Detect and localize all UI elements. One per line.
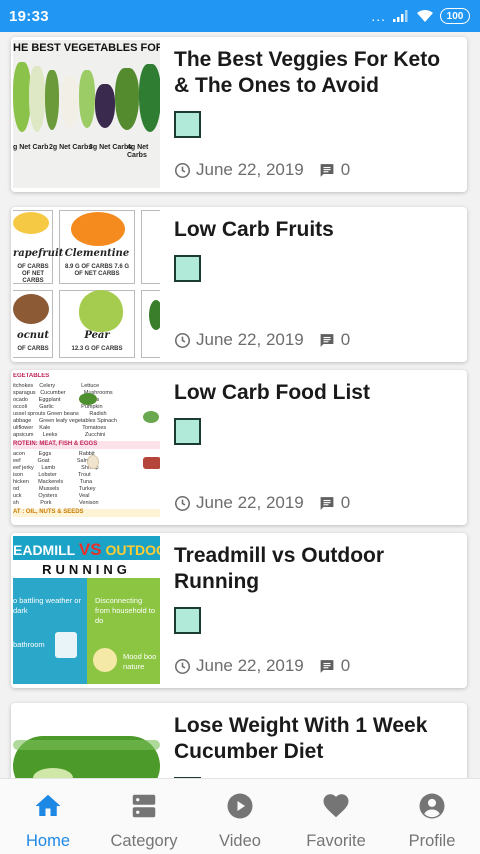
article-date: June 22, 2019: [196, 493, 304, 512]
article-card[interactable]: rapefruit OF CARBS OF NET CARBS Clementi…: [11, 207, 467, 362]
comment-icon: [320, 496, 334, 510]
nav-profile[interactable]: Profile: [384, 779, 480, 854]
article-body: Low Carb Fruits June 22, 2019 0: [174, 217, 455, 362]
account-circle-icon: [419, 793, 445, 819]
category-tag[interactable]: [174, 255, 201, 282]
nav-home[interactable]: Home: [0, 779, 96, 854]
article-feed[interactable]: HE BEST VEGETABLES FOR KET g Net Carb 2g…: [0, 32, 480, 778]
thumb-header: HE BEST VEGETABLES FOR KET: [13, 42, 160, 54]
play-circle-icon: [227, 793, 253, 819]
article-date: June 22, 2019: [196, 330, 304, 349]
battery-icon: 100: [440, 8, 470, 24]
article-thumbnail[interactable]: EADMILL VS OUTDOO RUNNING o battling wea…: [13, 536, 160, 684]
article-body: Low Carb Food List June 22, 2019 0: [174, 380, 455, 525]
nav-label: Home: [25, 832, 70, 850]
status-time: 19:33: [9, 7, 49, 25]
comment-icon: [320, 163, 334, 177]
article-thumbnail[interactable]: HE BEST VEGETABLES FOR KET g Net Carb 2g…: [13, 40, 160, 188]
article-thumbnail[interactable]: EGETABLES itchokes Celery Lettuce sparag…: [13, 373, 160, 521]
comment-count: 0: [340, 330, 351, 349]
article-card[interactable]: EADMILL VS OUTDOO RUNNING o battling wea…: [11, 533, 467, 688]
article-body: Treadmill vs Outdoor Running June 22, 20…: [174, 543, 455, 688]
nav-label: Profile: [408, 832, 456, 850]
nav-label: Favorite: [306, 832, 366, 850]
nav-label: Video: [219, 832, 261, 850]
article-thumbnail[interactable]: [13, 706, 160, 778]
comment-count: 0: [340, 493, 351, 512]
comment-icon: [320, 333, 334, 347]
clock-icon: [174, 495, 191, 511]
category-tag[interactable]: [174, 111, 201, 138]
nav-label: Category: [110, 832, 178, 850]
article-title[interactable]: Lose Weight With 1 Week Cucumber Diet: [174, 713, 455, 765]
article-meta: June 22, 2019 0: [174, 160, 350, 180]
clock-icon: [174, 658, 191, 674]
heart-icon: [323, 794, 349, 818]
article-date: June 22, 2019: [196, 656, 304, 675]
article-body: The Best Veggies For Keto & The Ones to …: [174, 47, 455, 192]
article-title[interactable]: Low Carb Fruits: [174, 217, 455, 243]
category-tag[interactable]: [174, 607, 201, 634]
nav-favorite[interactable]: Favorite: [288, 779, 384, 854]
bottom-navigation: Home Category Video Favorite Profile: [0, 778, 480, 854]
comment-count: 0: [340, 656, 351, 675]
nav-category[interactable]: Category: [96, 779, 192, 854]
status-icons: ... 100: [371, 8, 470, 24]
home-icon: [35, 794, 61, 816]
comment-icon: [320, 659, 334, 673]
article-title[interactable]: Low Carb Food List: [174, 380, 455, 406]
article-title[interactable]: The Best Veggies For Keto & The Ones to …: [174, 47, 455, 99]
status-bar: 19:33 ... 100: [0, 0, 480, 32]
article-card[interactable]: Lose Weight With 1 Week Cucumber Diet: [11, 703, 467, 778]
clock-icon: [174, 162, 191, 178]
article-thumbnail[interactable]: rapefruit OF CARBS OF NET CARBS Clementi…: [13, 210, 160, 358]
comment-count: 0: [340, 160, 351, 179]
notification-dots: ...: [371, 8, 386, 24]
article-body: Lose Weight With 1 Week Cucumber Diet: [174, 713, 455, 778]
article-card[interactable]: HE BEST VEGETABLES FOR KET g Net Carb 2g…: [11, 37, 467, 192]
wifi-icon: [417, 9, 433, 22]
article-meta: June 22, 2019 0: [174, 330, 350, 350]
category-tag[interactable]: [174, 418, 201, 445]
article-date: June 22, 2019: [196, 160, 304, 179]
category-icon: [132, 794, 156, 818]
article-title[interactable]: Treadmill vs Outdoor Running: [174, 543, 455, 595]
nav-video[interactable]: Video: [192, 779, 288, 854]
clock-icon: [174, 332, 191, 348]
article-meta: June 22, 2019 0: [174, 656, 350, 676]
cell-signal-icon: [393, 10, 408, 22]
article-card[interactable]: EGETABLES itchokes Celery Lettuce sparag…: [11, 370, 467, 525]
article-meta: June 22, 2019 0: [174, 493, 350, 513]
